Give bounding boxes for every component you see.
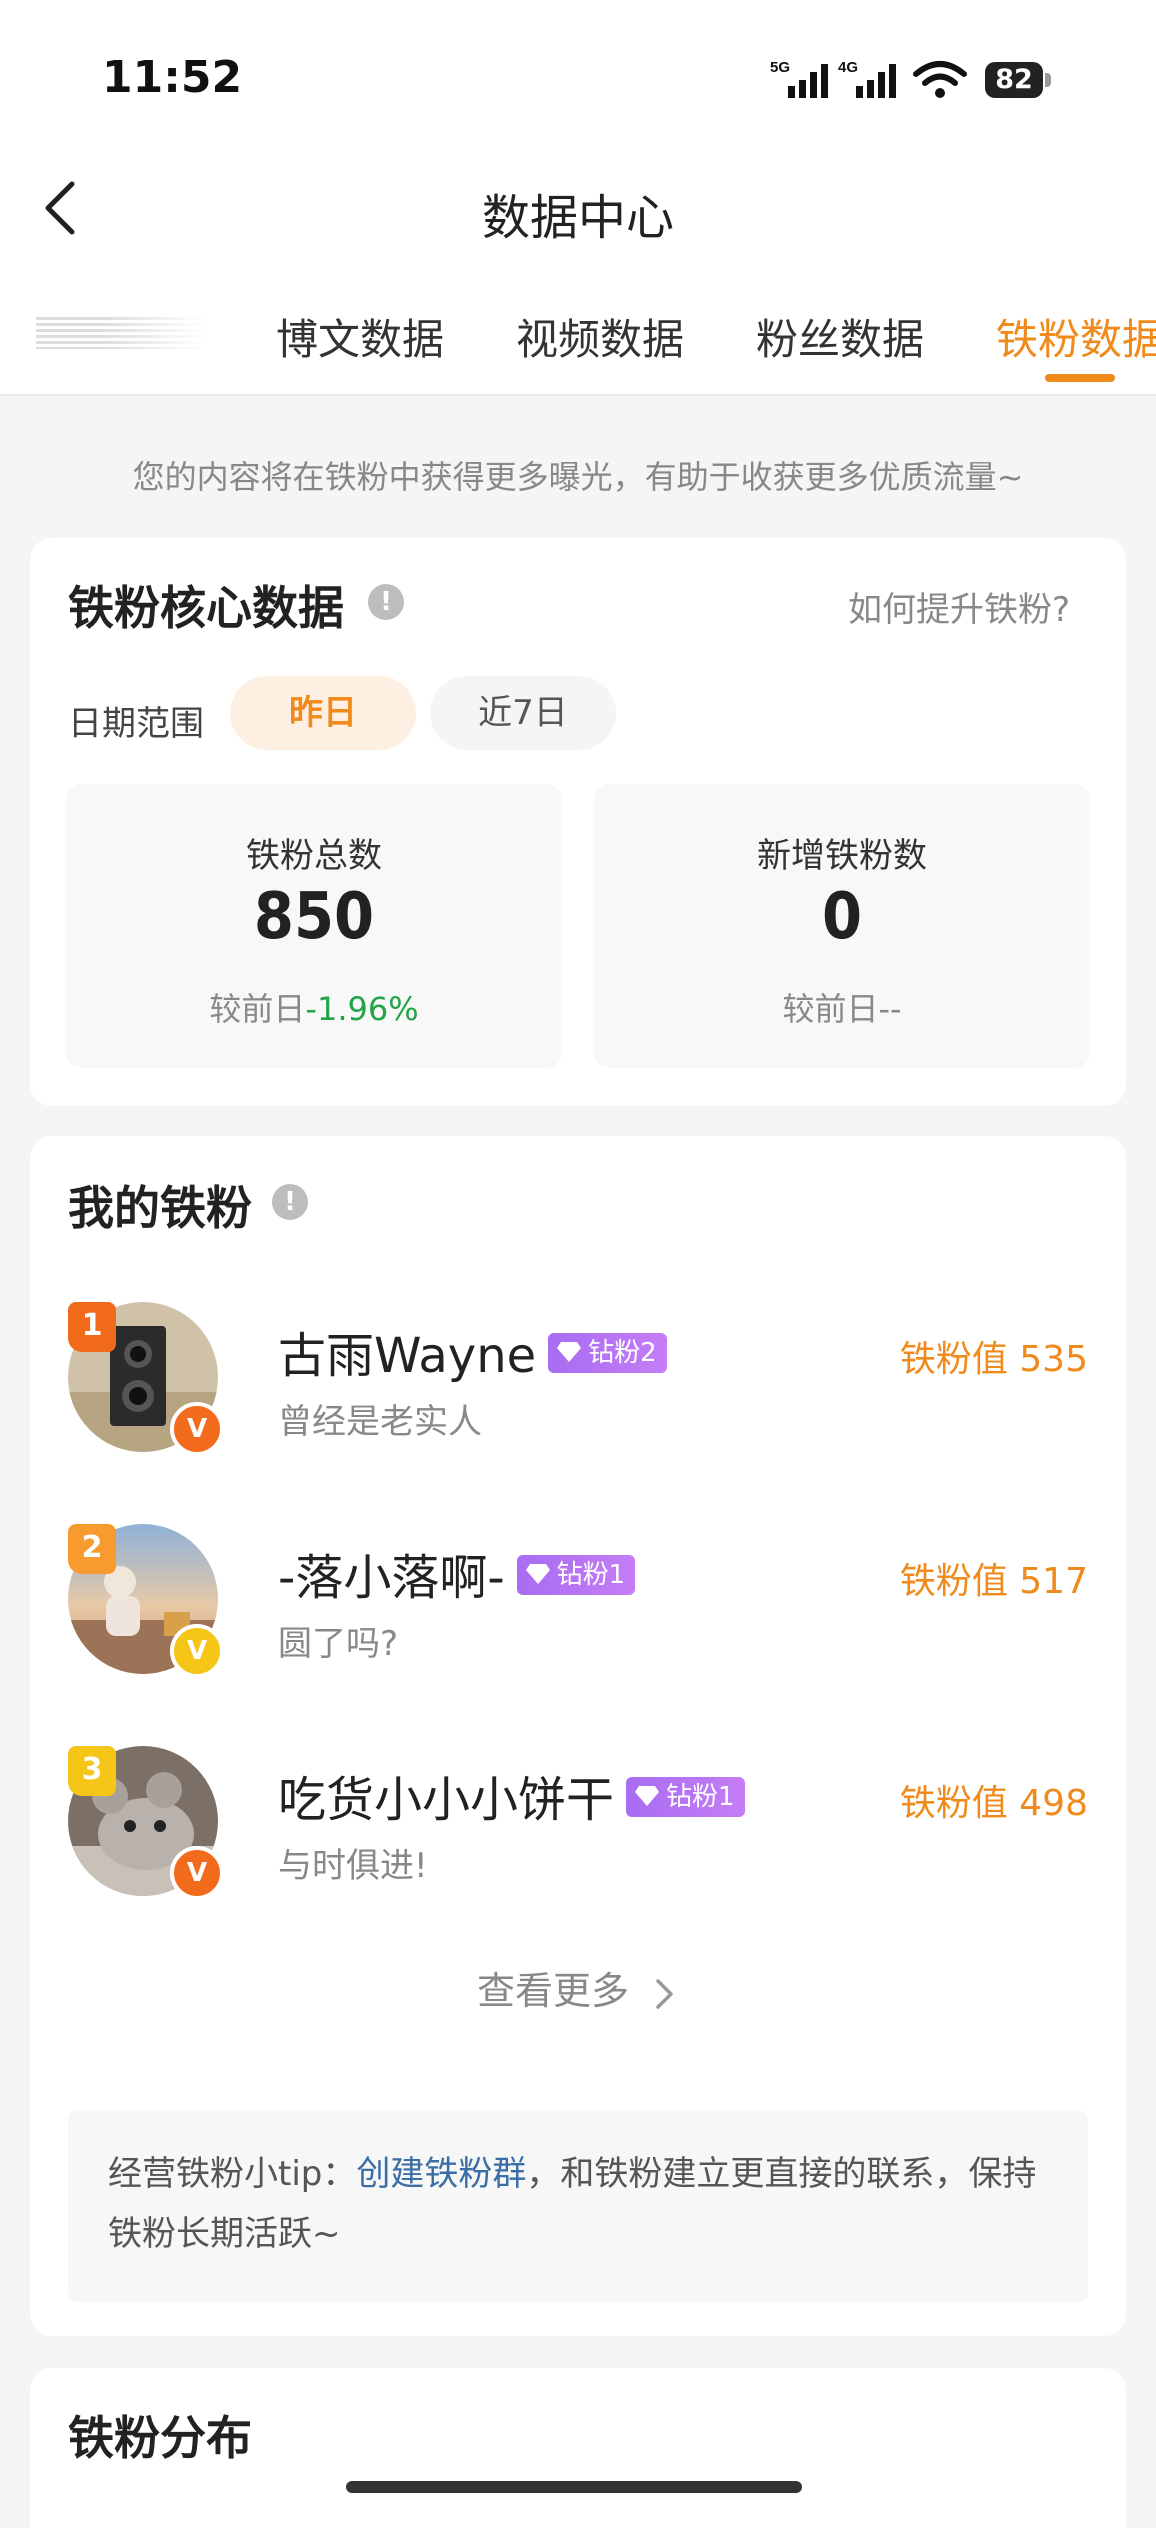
stat-compare-prefix: 较前日	[209, 990, 306, 1028]
fan-score: 铁粉值 498	[899, 1783, 1088, 1824]
my-fans-card: 我的铁粉 ! 1 V 古雨Wayne 钻粉2 曾经是老实人 铁粉值 535 2 …	[30, 1136, 1126, 2336]
fan-list-item[interactable]: 1 V 古雨Wayne 钻粉2 曾经是老实人 铁粉值 535	[68, 1302, 1088, 1462]
tab-bar: 博文数据 视频数据 粉丝数据 铁粉数据	[0, 270, 1156, 396]
tab-overflow-fade	[36, 317, 206, 349]
page-title: 数据中心	[481, 190, 674, 246]
fan-score: 铁粉值 517	[899, 1561, 1088, 1602]
rank-badge: 1	[68, 1302, 116, 1352]
verified-v-icon: V	[170, 1846, 224, 1900]
stat-label: 铁粉总数	[246, 836, 382, 876]
fan-distribution-card: 铁粉分布	[30, 2368, 1126, 2528]
level-badge: 钻粉1	[516, 1555, 636, 1595]
date-range-label: 日期范围	[68, 704, 204, 744]
fan-name[interactable]: 吃货小小小饼干 钻粉1	[278, 1760, 745, 1830]
range-7days-button[interactable]: 近7日	[430, 676, 616, 750]
distribution-title: 铁粉分布	[68, 2411, 252, 2465]
tab-fans-data[interactable]: 粉丝数据	[756, 306, 924, 367]
tip-prefix: 经营铁粉小tip：	[108, 2154, 357, 2194]
stat-compare-value: --	[878, 990, 902, 1028]
signal-4g-label: 4G	[838, 59, 858, 76]
status-time: 11:52	[102, 52, 243, 103]
verified-v-icon: V	[170, 1624, 224, 1678]
fan-bio: 圆了吗?	[278, 1624, 399, 1664]
level-badge: 钻粉2	[548, 1333, 667, 1373]
diamond-icon	[557, 1341, 582, 1362]
avatar[interactable]: 1 V	[68, 1302, 224, 1456]
status-bar: 11:52 5G 4G 82	[0, 0, 1156, 150]
nav-bar: 数据中心	[0, 150, 1156, 270]
chevron-right-icon	[656, 1978, 673, 2009]
fan-bio: 与时俱进!	[278, 1846, 428, 1886]
notice-text: 您的内容将在铁粉中获得更多曝光，有助于收获更多优质流量~	[132, 458, 1024, 496]
avatar[interactable]: 2 V	[68, 1524, 224, 1678]
stat-value: 850	[253, 880, 375, 954]
signal-5g-icon: 5G	[770, 59, 828, 98]
create-fan-group-link[interactable]: 创建铁粉群	[356, 2154, 526, 2194]
signal-4g-icon: 4G	[838, 59, 896, 98]
fan-name-text: -落小落啊-	[278, 1550, 505, 1606]
fan-score: 铁粉值 535	[899, 1339, 1088, 1380]
level-badge-text: 钻粉1	[666, 1782, 735, 1812]
my-fans-title: 我的铁粉	[68, 1181, 252, 1235]
rank-badge: 3	[68, 1746, 116, 1796]
range-yesterday-button[interactable]: 昨日	[230, 676, 416, 750]
stat-total-fans[interactable]: 铁粉总数 850 较前日-1.96%	[66, 784, 562, 1068]
info-icon[interactable]: !	[368, 584, 404, 620]
see-more-button[interactable]: 查看更多	[30, 1960, 1126, 2015]
tip-box: 经营铁粉小tip：创建铁粉群，和铁粉建立更直接的联系，保持铁粉长期活跃~	[68, 2110, 1088, 2302]
stat-label: 新增铁粉数	[757, 836, 927, 876]
signal-5g-label: 5G	[770, 59, 790, 76]
wifi-icon	[913, 61, 967, 98]
see-more-label: 查看更多	[476, 1969, 629, 2013]
fan-bio: 曾经是老实人	[278, 1402, 482, 1442]
tab-iron-fans-data[interactable]: 铁粉数据	[996, 306, 1156, 367]
fan-name[interactable]: -落小落啊- 钻粉1	[278, 1538, 636, 1608]
stat-compare-prefix: 较前日	[782, 990, 879, 1028]
fan-list-item[interactable]: 3 V 吃货小小小饼干 钻粉1 与时俱进! 铁粉值 498	[68, 1746, 1088, 1906]
battery-icon: 82	[985, 62, 1051, 98]
fan-list-item[interactable]: 2 V -落小落啊- 钻粉1 圆了吗? 铁粉值 517	[68, 1524, 1088, 1684]
fan-name-text: 古雨Wayne	[278, 1328, 537, 1384]
tab-post-data[interactable]: 博文数据	[276, 306, 444, 367]
home-indicator[interactable]	[346, 2481, 802, 2493]
stat-compare-value: -1.96%	[305, 990, 419, 1028]
fan-name-text: 吃货小小小饼干	[278, 1772, 615, 1828]
stat-compare: 较前日-1.96%	[66, 984, 562, 1030]
diamond-icon	[525, 1563, 550, 1584]
stat-new-fans[interactable]: 新增铁粉数 0 较前日--	[594, 784, 1090, 1068]
tab-video-data[interactable]: 视频数据	[516, 306, 684, 367]
fan-name[interactable]: 古雨Wayne 钻粉2	[278, 1316, 667, 1386]
rank-badge: 2	[68, 1524, 116, 1574]
level-badge-text: 钻粉1	[556, 1560, 626, 1590]
tip-text: 经营铁粉小tip：创建铁粉群，和铁粉建立更直接的联系，保持铁粉长期活跃~	[108, 2144, 1048, 2264]
info-icon[interactable]: !	[272, 1184, 308, 1220]
diamond-icon	[635, 1785, 660, 1806]
tab-active-indicator	[1045, 374, 1115, 382]
help-link[interactable]: 如何提升铁粉?	[848, 582, 1070, 631]
verified-v-icon: V	[170, 1402, 224, 1456]
level-badge: 钻粉1	[626, 1777, 745, 1817]
core-data-card: 铁粉核心数据 ! 如何提升铁粉? 日期范围 昨日 近7日 铁粉总数 850 较前…	[30, 538, 1126, 1106]
stat-value: 0	[821, 880, 863, 954]
avatar[interactable]: 3 V	[68, 1746, 224, 1900]
level-badge-text: 钻粉2	[588, 1338, 657, 1368]
core-data-title: 铁粉核心数据	[68, 581, 344, 635]
stat-compare: 较前日--	[594, 984, 1090, 1030]
